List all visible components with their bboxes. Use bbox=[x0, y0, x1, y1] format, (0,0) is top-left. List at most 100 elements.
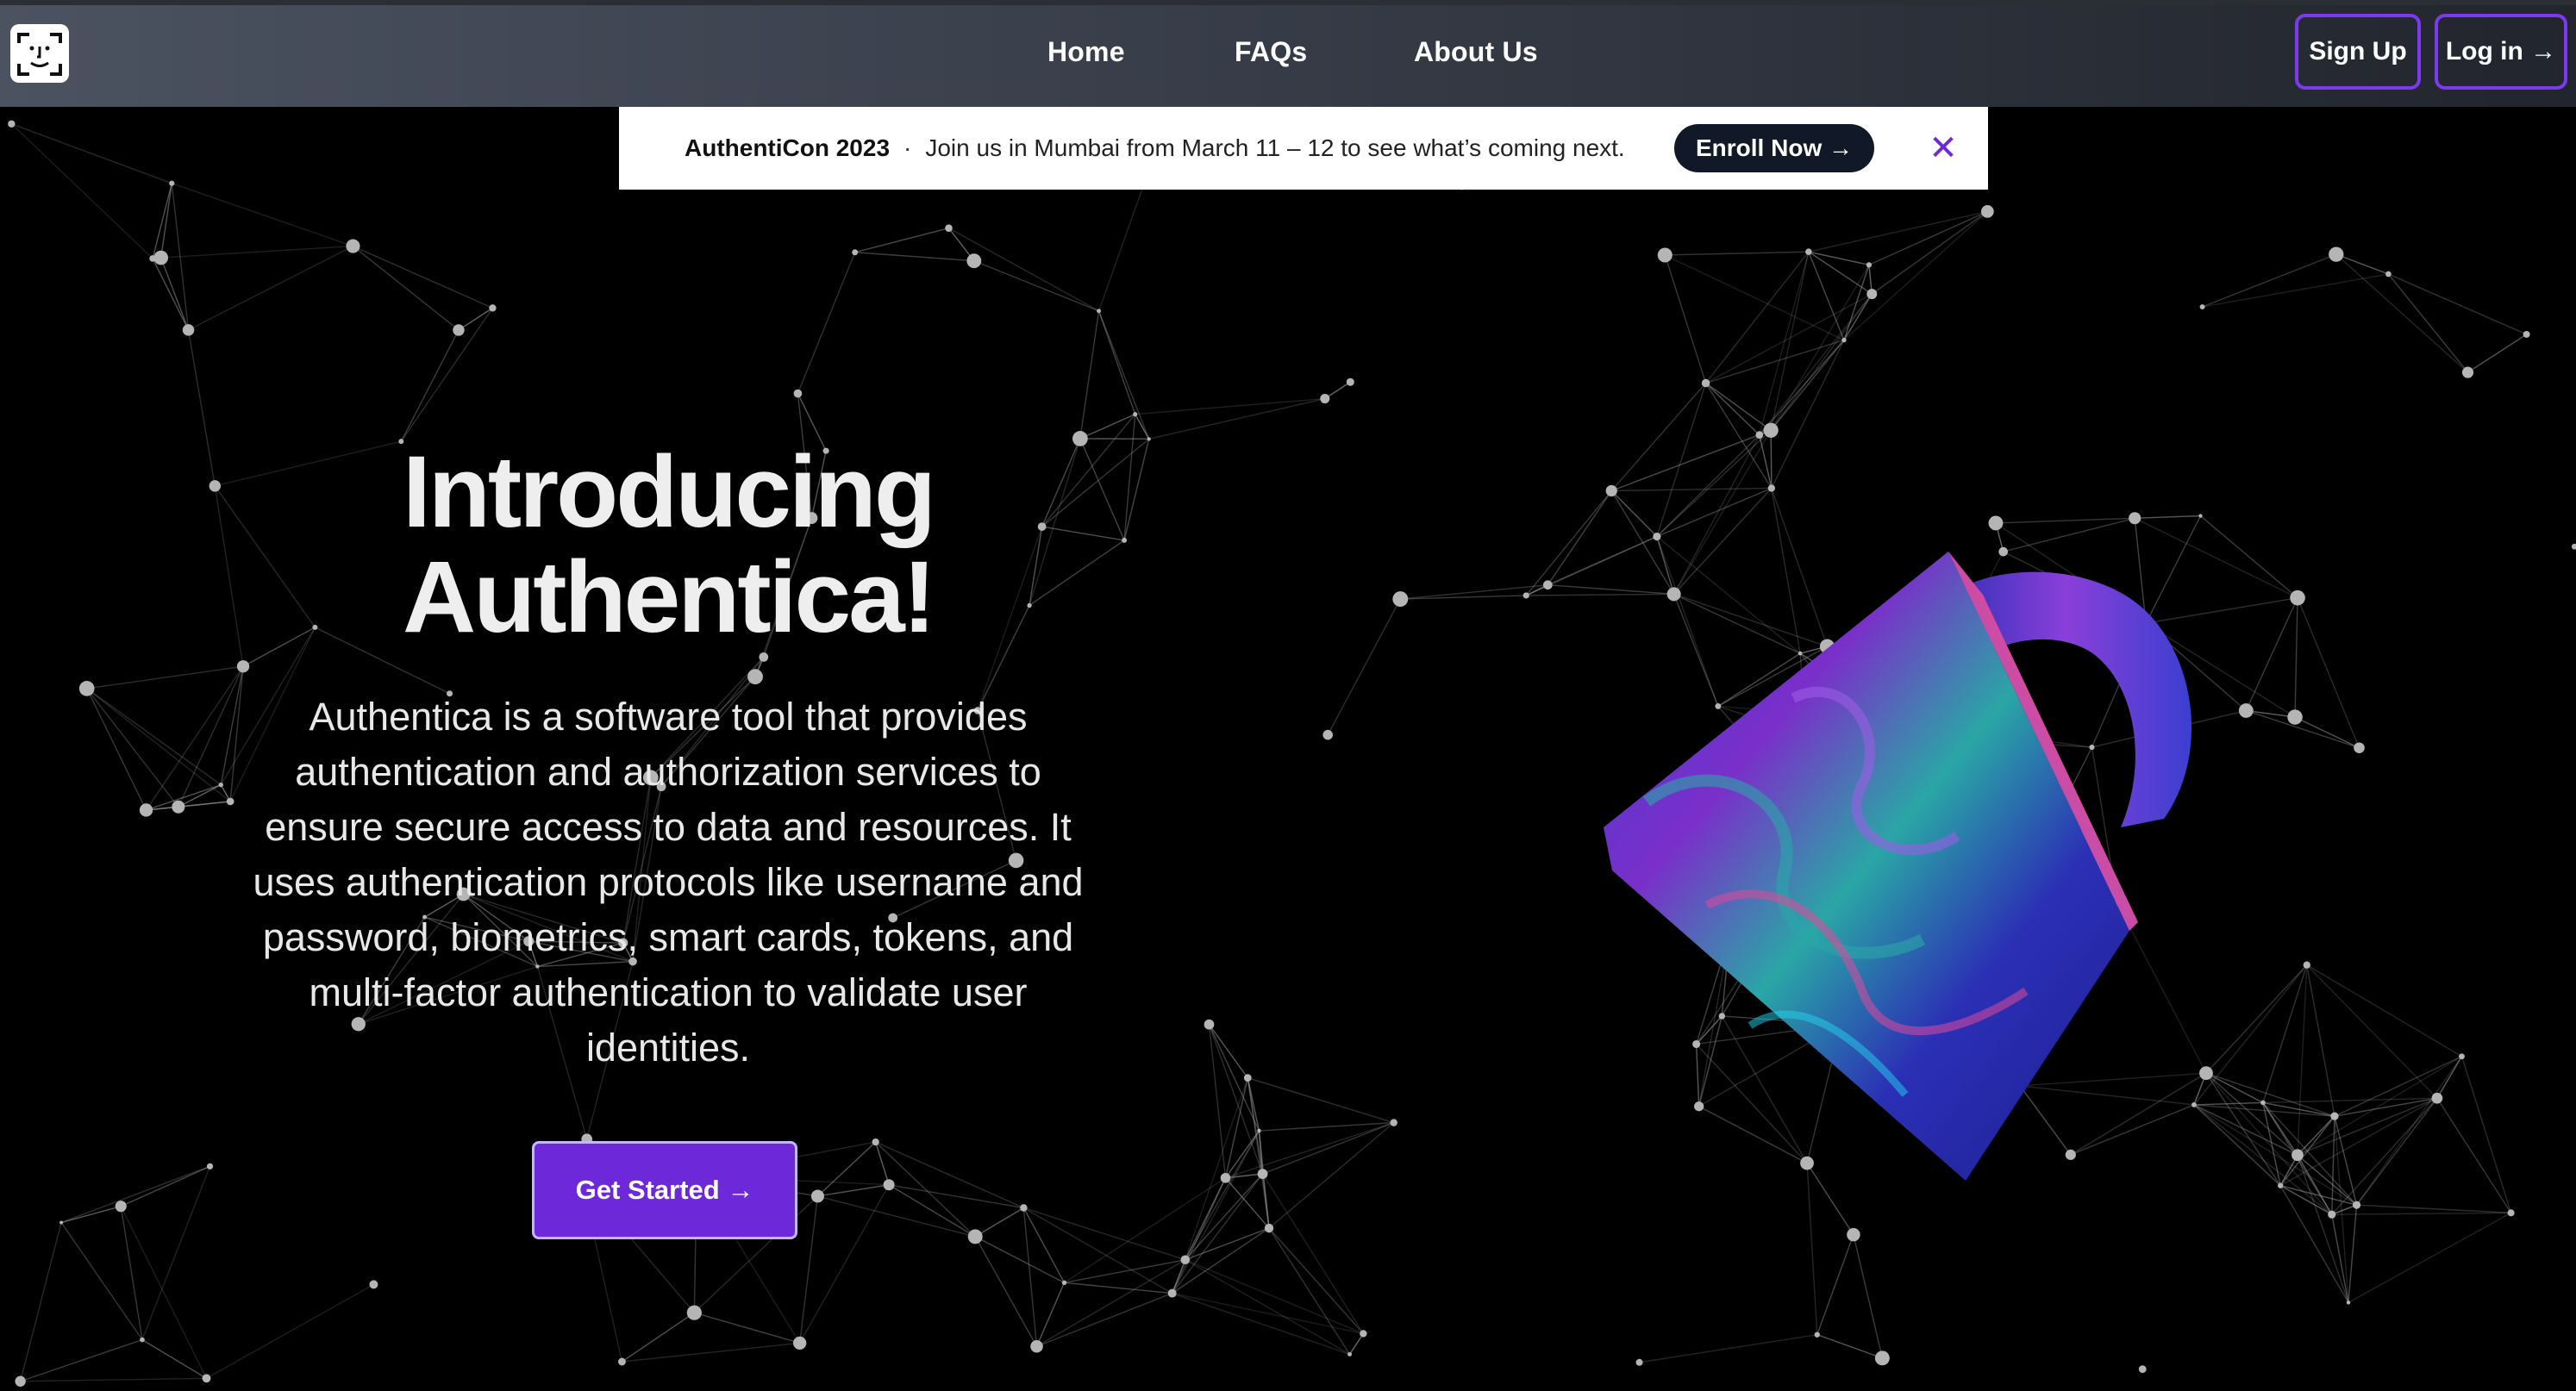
network-line bbox=[400, 329, 460, 442]
network-line bbox=[973, 260, 1099, 312]
network-line bbox=[2331, 1097, 2438, 1215]
network-node bbox=[1264, 1223, 1274, 1233]
network-line bbox=[974, 1207, 1024, 1238]
network-node bbox=[1030, 1339, 1043, 1353]
network-node bbox=[1701, 378, 1710, 388]
network-line bbox=[2306, 964, 2438, 1099]
network-line bbox=[854, 252, 974, 262]
nav-link-faqs[interactable]: FAQs bbox=[1235, 36, 1307, 68]
network-line bbox=[1172, 1173, 1264, 1294]
network-node bbox=[2507, 1209, 2515, 1217]
network-line bbox=[1759, 434, 1773, 489]
network-node bbox=[1874, 1350, 1890, 1366]
signup-button[interactable]: Sign Up bbox=[2295, 14, 2421, 90]
network-node bbox=[793, 1336, 807, 1350]
network-node bbox=[1542, 580, 1553, 590]
network-node bbox=[872, 1138, 879, 1146]
network-line bbox=[948, 228, 1099, 312]
network-line bbox=[622, 1342, 800, 1363]
network-line bbox=[11, 123, 172, 184]
network-line bbox=[1664, 254, 1707, 384]
network-line bbox=[86, 688, 147, 811]
network-line bbox=[1611, 487, 1772, 492]
padlock-illustration bbox=[1604, 552, 2192, 1181]
network-node bbox=[369, 1280, 378, 1289]
banner-separator: · bbox=[903, 134, 912, 161]
network-node bbox=[967, 1229, 983, 1244]
network-node bbox=[1322, 729, 1333, 740]
network-line bbox=[1185, 1173, 1264, 1261]
network-node bbox=[1360, 1330, 1367, 1338]
network-line bbox=[1172, 1292, 1350, 1356]
network-line bbox=[1610, 383, 1707, 491]
nav-link-about-us[interactable]: About Us bbox=[1414, 36, 1538, 68]
network-line bbox=[60, 1165, 210, 1224]
network-node bbox=[182, 324, 195, 336]
network-node bbox=[202, 1374, 211, 1383]
network-line bbox=[1079, 414, 1135, 440]
network-line bbox=[10, 123, 153, 259]
network-node bbox=[1061, 1280, 1067, 1286]
network-line bbox=[86, 688, 222, 786]
network-line bbox=[1664, 254, 1845, 341]
hero-title: Introducing Authentica! bbox=[259, 440, 1078, 650]
network-node bbox=[1133, 412, 1138, 417]
network-node bbox=[2385, 271, 2392, 278]
network-node bbox=[149, 255, 156, 262]
network-line bbox=[1705, 293, 1873, 384]
network-node bbox=[2303, 961, 2310, 969]
network-line bbox=[1610, 490, 1658, 538]
network-line bbox=[1172, 1292, 1364, 1335]
network-node bbox=[793, 389, 803, 398]
network-node bbox=[15, 1375, 26, 1387]
network-node bbox=[206, 1163, 214, 1170]
network-line bbox=[1665, 251, 1809, 256]
network-node bbox=[1755, 431, 1764, 439]
network-line bbox=[187, 329, 216, 486]
network-line bbox=[1135, 397, 1325, 415]
network-line bbox=[1348, 1333, 1364, 1355]
hero-description: Authentica is a software tool that provi… bbox=[253, 695, 1084, 1070]
network-line bbox=[1261, 1173, 1364, 1334]
network-line bbox=[1816, 1234, 1854, 1335]
network-line bbox=[2202, 253, 2337, 308]
network-line bbox=[1705, 251, 1810, 384]
network-node bbox=[1147, 437, 1151, 441]
network-node bbox=[489, 304, 497, 312]
login-button[interactable]: Log in → bbox=[2435, 14, 2567, 90]
network-node bbox=[2431, 1092, 2443, 1104]
network-line bbox=[1995, 517, 2135, 524]
face-id-icon[interactable] bbox=[10, 24, 69, 83]
announcement-banner: AuthentiCon 2023 · Join us in Mumbai fro… bbox=[619, 107, 1988, 190]
network-node bbox=[1657, 247, 1673, 263]
network-node bbox=[1866, 262, 1873, 268]
network-node bbox=[453, 324, 465, 336]
network-node bbox=[2330, 1112, 2339, 1120]
network-line bbox=[2348, 1205, 2358, 1303]
network-line bbox=[1759, 293, 1873, 436]
network-node bbox=[2353, 1201, 2361, 1209]
network-line bbox=[1247, 1076, 1394, 1124]
network-line bbox=[1262, 1121, 1394, 1175]
network-line bbox=[2297, 597, 2360, 748]
network-node bbox=[139, 803, 153, 817]
close-icon[interactable]: ✕ bbox=[1921, 126, 1966, 171]
network-line bbox=[214, 485, 244, 667]
network-line bbox=[1036, 1292, 1172, 1347]
network-node bbox=[1653, 532, 1661, 541]
network-line bbox=[622, 1312, 695, 1363]
network-line bbox=[2387, 273, 2469, 373]
network-line bbox=[1656, 487, 1773, 538]
network-node bbox=[59, 1220, 64, 1225]
network-node bbox=[2129, 512, 2141, 525]
network-line bbox=[172, 183, 353, 247]
network-line bbox=[854, 227, 949, 253]
network-node bbox=[2523, 330, 2530, 338]
enroll-now-button[interactable]: Enroll Now → bbox=[1674, 124, 1874, 172]
get-started-button[interactable]: Get Started → bbox=[532, 1141, 797, 1239]
nav-link-home[interactable]: Home bbox=[1047, 36, 1125, 68]
network-node bbox=[883, 1179, 895, 1191]
network-line bbox=[2355, 1056, 2463, 1206]
network-line bbox=[1135, 414, 1150, 440]
network-node bbox=[1763, 422, 1779, 438]
